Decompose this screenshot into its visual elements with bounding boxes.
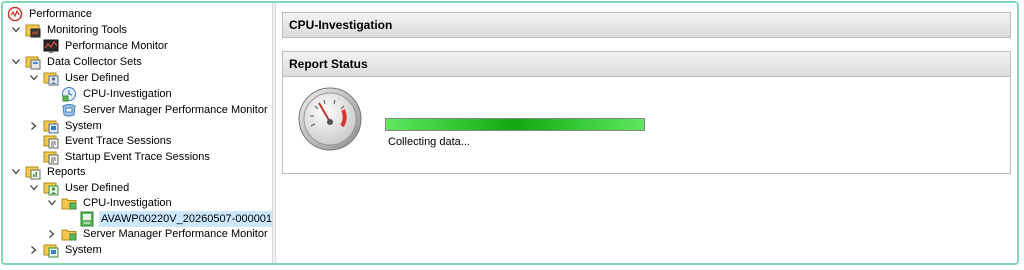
chevron-down-icon[interactable]	[11, 54, 21, 70]
data-collector-icon	[61, 86, 77, 102]
monitoring-tools-icon	[25, 22, 41, 38]
tree-node-user-defined[interactable]: User Defined	[29, 70, 131, 86]
tree-label-reports-server-manager-pm: Server Manager Performance Monitor	[83, 228, 268, 240]
tree-label-server-manager-pm: Server Manager Performance Monitor	[83, 104, 268, 116]
tree-label-data-collector-sets: Data Collector Sets	[47, 56, 142, 68]
event-trace-icon	[43, 133, 59, 149]
chevron-down-icon[interactable]	[29, 180, 39, 196]
status-text: Collecting data...	[388, 136, 470, 148]
report-status-header: Report Status	[282, 51, 1011, 77]
chevron-right-icon[interactable]	[29, 118, 39, 134]
chevron-right-icon[interactable]	[29, 242, 39, 258]
tree-label-startup-event-trace-sessions: Startup Event Trace Sessions	[65, 151, 210, 163]
performance-icon	[7, 6, 23, 22]
tree-label-performance-monitor: Performance Monitor	[65, 40, 168, 52]
tree-node-reports-system[interactable]: System	[29, 242, 104, 258]
reports-user-defined-icon	[43, 180, 59, 196]
tree-node-reports[interactable]: Reports	[11, 164, 88, 180]
server-manager-icon	[61, 102, 77, 118]
reports-folder-icon	[25, 164, 41, 180]
window-frame: Performance Monitoring Tools Performance…	[1, 1, 1019, 265]
page-title: CPU-Investigation	[282, 12, 1011, 38]
chevron-down-icon[interactable]	[11, 22, 21, 38]
tree-node-server-manager-pm[interactable]: Server Manager Performance Monitor	[61, 102, 270, 118]
tree-node-data-collector-sets[interactable]: Data Collector Sets	[11, 54, 144, 70]
data-collector-sets-icon	[25, 54, 41, 70]
tree-node-report-item[interactable]: AVAWP00220V_20260507-000001	[79, 211, 272, 227]
tree-label-reports: Reports	[47, 166, 86, 178]
tree-node-reports-user-defined[interactable]: User Defined	[29, 180, 131, 196]
reports-system-icon	[43, 242, 59, 258]
tree-node-cpu-investigation[interactable]: CPU-Investigation	[61, 86, 174, 102]
progress-fill	[386, 119, 644, 130]
tree-label-reports-system: System	[65, 244, 102, 256]
tree-node-performance[interactable]: Performance	[7, 6, 94, 22]
folder-icon	[61, 195, 77, 211]
chevron-right-icon[interactable]	[47, 226, 57, 242]
user-defined-folder-icon	[43, 70, 59, 86]
details-pane: CPU-Investigation Report Status Collecti…	[276, 3, 1017, 263]
system-folder-icon	[43, 118, 59, 134]
folder-icon	[61, 226, 77, 242]
tree-node-startup-event-trace-sessions[interactable]: Startup Event Trace Sessions	[43, 149, 212, 165]
report-icon	[79, 211, 95, 227]
startup-event-trace-icon	[43, 149, 59, 165]
tree-label-user-defined: User Defined	[65, 72, 130, 84]
tree-node-monitoring-tools[interactable]: Monitoring Tools	[11, 22, 129, 38]
report-status-panel: Report Status Collecting data...	[282, 51, 1011, 174]
tree-label-performance: Performance	[29, 8, 92, 20]
tree-node-event-trace-sessions[interactable]: Event Trace Sessions	[43, 133, 173, 149]
tree-node-system[interactable]: System	[29, 118, 104, 134]
chevron-down-icon[interactable]	[47, 195, 57, 211]
tree-label-reports-user-defined: User Defined	[65, 182, 130, 194]
navigation-tree: Performance Monitoring Tools Performance…	[3, 3, 272, 263]
tree-label-cpu-investigation: CPU-Investigation	[83, 88, 172, 100]
chevron-down-icon[interactable]	[29, 70, 39, 86]
progress-bar	[385, 118, 645, 131]
tree-label-event-trace-sessions: Event Trace Sessions	[65, 135, 172, 147]
gauge-icon	[297, 86, 363, 152]
chevron-down-icon[interactable]	[11, 164, 21, 180]
tree-label-reports-cpu-investigation: CPU-Investigation	[83, 197, 172, 209]
tree-label-system: System	[65, 120, 102, 132]
performance-monitor-icon	[43, 38, 59, 54]
tree-label-monitoring-tools: Monitoring Tools	[47, 24, 127, 36]
tree-node-reports-server-manager-pm[interactable]: Server Manager Performance Monitor	[47, 226, 270, 242]
tree-label-report-item: AVAWP00220V_20260507-000001	[99, 211, 272, 227]
tree-node-performance-monitor[interactable]: Performance Monitor	[43, 38, 170, 54]
tree-node-reports-cpu-investigation[interactable]: CPU-Investigation	[47, 195, 174, 211]
